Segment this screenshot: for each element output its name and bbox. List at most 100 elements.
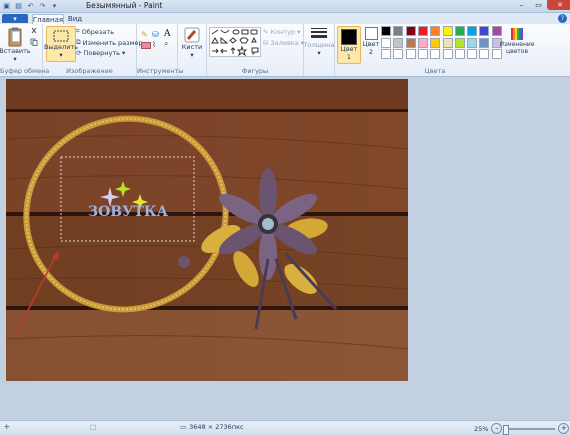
palette-swatch[interactable] — [442, 26, 453, 36]
tab-view-label: Вид — [67, 15, 83, 23]
tab-home-label: Главная — [32, 16, 64, 24]
canvas-image[interactable]: ЗОВУТКА — [6, 79, 408, 381]
undo-icon[interactable]: ↶ — [26, 1, 35, 10]
palette-swatch[interactable] — [393, 49, 404, 59]
palette-swatch[interactable] — [405, 49, 416, 59]
palette-swatch[interactable] — [467, 37, 478, 48]
outline-label: Контур — [270, 28, 296, 36]
tab-view[interactable]: Вид — [66, 14, 84, 24]
palette-swatch[interactable] — [393, 37, 404, 48]
color1-number: 1 — [346, 53, 352, 61]
text-icon[interactable]: A — [164, 29, 171, 39]
palette-swatch[interactable] — [467, 49, 478, 59]
zoom-slider[interactable] — [503, 424, 556, 435]
group-tools: ✎ ⛁ A ⌇ ⌕ Инструменты — [137, 24, 184, 76]
close-button[interactable]: ✕ — [547, 0, 570, 10]
palette-swatch[interactable] — [430, 37, 441, 48]
ribbon: Вставить ▾ Буфер обмена Выделить ▾ ⌗ Обре… — [0, 24, 570, 77]
chevron-down-icon: ▾ — [122, 49, 126, 57]
palette-swatch[interactable] — [442, 49, 453, 59]
paint-app-icon[interactable]: ▣ — [2, 1, 11, 10]
palette-swatch[interactable] — [417, 26, 428, 36]
palette-swatch[interactable] — [381, 26, 391, 36]
color1-button[interactable]: Цвет 1 — [337, 26, 361, 64]
crop-icon: ⌗ — [76, 27, 80, 35]
chevron-down-icon: ▾ — [13, 55, 17, 63]
resize-icon: ⧉ — [76, 38, 81, 46]
thickness-button[interactable]: Толщина ▾ — [304, 27, 334, 57]
magnifier-icon[interactable]: ⌕ — [164, 39, 168, 49]
palette-swatch[interactable] — [454, 49, 465, 59]
help-icon[interactable]: ? — [558, 14, 567, 23]
outline-button[interactable]: ✎ Контур ▾ — [263, 28, 300, 36]
brushes-label: Кисти — [181, 43, 203, 51]
shapes-gallery[interactable] — [209, 27, 261, 57]
paste-button[interactable]: Вставить ▾ — [0, 27, 31, 63]
rotate-button[interactable]: ⟳ Повернуть ▾ — [76, 49, 125, 57]
palette-swatch[interactable] — [491, 26, 502, 36]
fill-button[interactable]: ⛁ Заливка ▾ — [263, 39, 304, 47]
image-size-text: 3648 × 2736пкс — [189, 423, 244, 431]
zoom-level: 25% — [474, 424, 489, 433]
status-bar: ✛ ⬚ ▭ 3648 × 2736пкс 25% – + — [0, 420, 570, 435]
image-size-icon: ▭ — [180, 423, 187, 431]
palette-swatch[interactable] — [454, 26, 465, 36]
resize-button[interactable]: ⧉ Изменить размер — [76, 38, 143, 47]
color-picker-icon[interactable]: ⌇ — [152, 40, 156, 49]
crop-label: Обрезать — [81, 27, 114, 36]
chevron-down-icon: ▾ — [190, 51, 194, 59]
palette-swatch[interactable] — [479, 37, 490, 48]
color2-swatch — [364, 27, 378, 40]
file-menu-button[interactable]: ▾ — [2, 14, 28, 23]
palette-swatch[interactable] — [381, 37, 391, 48]
palette-swatch[interactable] — [381, 49, 391, 59]
watermark-text: ЗОВУТКА — [88, 204, 169, 220]
qat-menu-icon[interactable]: ▾ — [50, 1, 59, 10]
palette-swatch[interactable] — [479, 26, 490, 36]
save-icon[interactable]: ▤ — [14, 1, 23, 10]
group-label-shapes: Фигуры — [241, 67, 269, 75]
zoom-in-button[interactable]: + — [558, 423, 570, 434]
clipboard-icon — [8, 27, 22, 47]
color-palette — [381, 26, 506, 60]
paste-label: Вставить — [0, 47, 31, 55]
cut-icon[interactable] — [30, 27, 38, 35]
eraser-icon[interactable] — [141, 42, 151, 49]
group-label-image: Изображение — [66, 67, 113, 75]
palette-swatch[interactable] — [442, 37, 453, 48]
group-image: Выделить ▾ ⌗ Обрезать ⧉ Изменить размер ⟳ П… — [43, 24, 143, 76]
select-label: Выделить — [43, 43, 79, 51]
copy-icon[interactable] — [30, 38, 38, 46]
palette-swatch[interactable] — [417, 37, 428, 48]
palette-swatch[interactable] — [430, 26, 441, 36]
window-title: Безымянный - Paint — [86, 1, 163, 10]
zoom-out-button[interactable]: – — [491, 423, 503, 434]
palette-swatch[interactable] — [479, 49, 490, 59]
palette-swatch[interactable] — [417, 49, 428, 59]
palette-swatch[interactable] — [430, 49, 441, 59]
color2-button[interactable]: Цвет 2 — [362, 27, 380, 56]
select-button[interactable]: Выделить ▾ — [43, 26, 79, 62]
resize-label: Изменить размер — [82, 38, 143, 47]
pencil-icon[interactable]: ✎ — [141, 30, 148, 39]
maximize-button[interactable]: ▭ — [530, 0, 547, 10]
crop-button[interactable]: ⌗ Обрезать — [76, 27, 114, 36]
palette-swatch[interactable] — [467, 26, 478, 36]
image-size: ▭ 3648 × 2736пкс — [180, 423, 244, 431]
redo-icon[interactable]: ↷ — [38, 1, 47, 10]
color2-number: 2 — [368, 48, 374, 56]
palette-swatch[interactable] — [393, 26, 404, 36]
fill-bucket-icon[interactable]: ⛁ — [152, 30, 159, 39]
palette-swatch[interactable] — [405, 26, 416, 36]
palette-swatch[interactable] — [405, 37, 416, 48]
file-menu-label: ▾ — [13, 14, 17, 23]
group-shapes: ✎ Контур ▾ ⛁ Заливка ▾ Фигуры — [207, 24, 304, 76]
zoom-slider-thumb[interactable] — [503, 424, 510, 435]
brushes-button[interactable]: Кисти ▾ — [180, 27, 204, 59]
minimize-button[interactable]: – — [513, 0, 530, 10]
ribbon-tabs: ▾ Главная Вид ? — [0, 13, 570, 25]
fill-icon: ⛁ — [263, 39, 269, 47]
line-thickness-icon — [311, 28, 327, 38]
edit-colors-button[interactable]: Изменение цветов — [499, 27, 535, 55]
palette-swatch[interactable] — [454, 37, 465, 48]
